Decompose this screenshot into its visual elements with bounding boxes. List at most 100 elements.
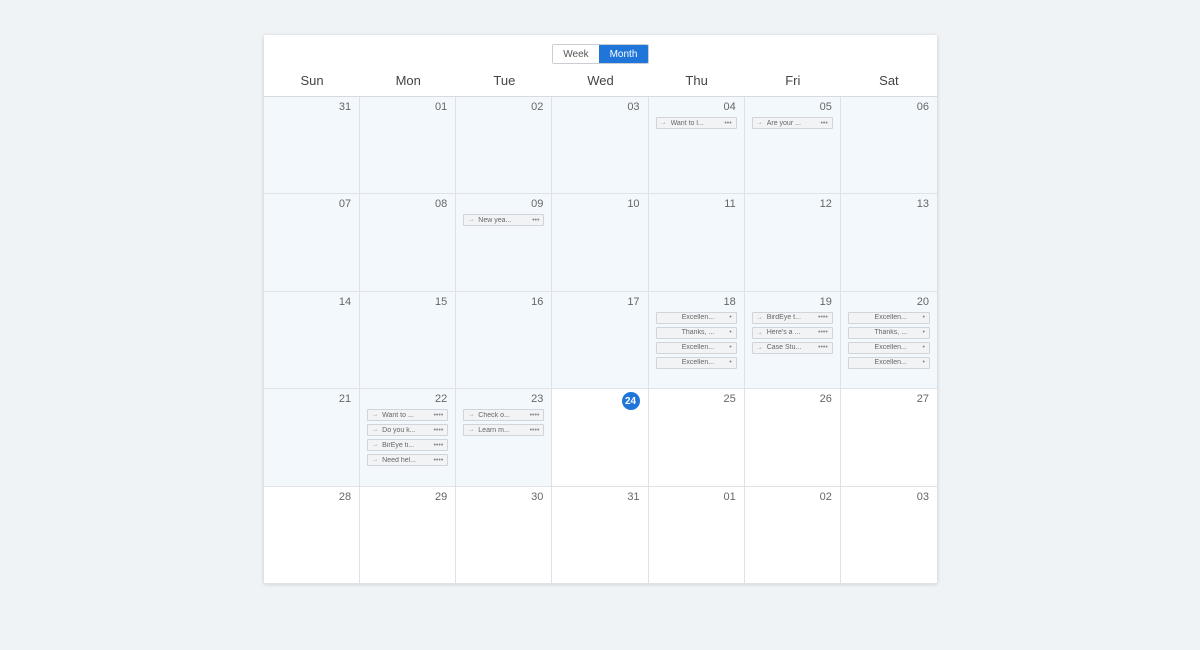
event-list: → Want to l... •••	[655, 117, 737, 129]
day-cell[interactable]: 04 → Want to l... •••	[648, 97, 745, 195]
day-cell[interactable]: 14	[264, 291, 361, 390]
today-date-number: 24	[621, 392, 640, 411]
event-title: Thanks, ...	[874, 329, 908, 337]
event-chip[interactable]: → Want to ... ••••	[367, 409, 449, 422]
event-chip[interactable]: Excellen... •	[847, 311, 930, 324]
day-cell[interactable]: 01	[360, 97, 457, 195]
status-dots: ••••	[529, 426, 540, 434]
share-icon: →	[756, 344, 763, 351]
event-title: Want to ...	[382, 411, 414, 419]
event-chip[interactable]: → New yea... •••	[463, 214, 545, 227]
date-number: 10	[627, 198, 640, 211]
status-dots: ••••	[433, 456, 444, 464]
day-cell[interactable]: 02	[744, 486, 841, 584]
weekday-wed: Wed	[587, 73, 614, 88]
event-list: → Check o... •••• → Learn m... ••••	[463, 409, 545, 437]
event-chip[interactable]: Excellen... •	[847, 341, 930, 354]
share-icon: →	[468, 217, 475, 224]
day-cell[interactable]: 11	[648, 194, 745, 292]
day-cell[interactable]: 15	[360, 291, 457, 390]
day-cell[interactable]: 31	[552, 486, 649, 584]
date-number: 01	[723, 490, 736, 503]
day-cell[interactable]: 29	[360, 486, 457, 584]
date-number: 21	[338, 393, 352, 406]
event-title: Excellen...	[874, 359, 907, 367]
day-cell[interactable]: 28	[264, 486, 361, 584]
event-chip[interactable]: → Need hel... ••••	[367, 454, 449, 467]
day-cell[interactable]: 09 → New yea... •••	[456, 194, 553, 292]
status-dots: •••	[724, 119, 732, 127]
day-cell[interactable]: 27	[840, 389, 937, 487]
day-cell[interactable]: 31	[264, 97, 361, 195]
event-chip[interactable]: Excellen... •	[655, 341, 737, 354]
event-chip[interactable]: → Do you k... ••••	[367, 424, 449, 437]
day-cell[interactable]: 07	[264, 194, 361, 292]
event-chip[interactable]: → Case Stu... ••••	[751, 341, 833, 354]
date-number: 15	[435, 295, 448, 308]
day-cell[interactable]: 03	[552, 97, 649, 195]
date-number: 08	[435, 198, 448, 211]
date-number: 05	[819, 101, 832, 113]
day-cell[interactable]: 13	[840, 194, 937, 292]
day-cell[interactable]: 05 → Are your ... •••	[744, 97, 841, 195]
event-chip[interactable]: → Are your ... •••	[751, 117, 833, 129]
event-chip[interactable]: → BirdEye t... ••••	[751, 311, 833, 324]
weekday-mon: Mon	[395, 73, 421, 88]
day-cell[interactable]: 19 → BirdEye t... •••• → Here's a ... •••• → Cas…	[744, 291, 841, 390]
day-cell[interactable]: 02	[456, 97, 553, 195]
event-list: → Want to ... •••• → Do you k... •••• → BirEye …	[367, 409, 449, 467]
status-dots: ••••	[433, 441, 444, 449]
weekday-fri: Fri	[785, 73, 801, 88]
day-cell[interactable]: 08	[360, 194, 457, 292]
weekday-thu: Thu	[685, 73, 708, 88]
day-cell[interactable]: 20 Excellen... • Thanks, ... • Excellen... • Ex…	[840, 291, 937, 390]
event-chip[interactable]: → Check o... ••••	[463, 409, 545, 422]
day-cell[interactable]: 21	[264, 389, 361, 487]
status-dots: ••••	[818, 329, 828, 337]
day-cell[interactable]: 17	[552, 291, 649, 390]
date-number: 27	[916, 393, 929, 406]
day-cell[interactable]: 24	[552, 389, 649, 487]
day-cell[interactable]: 22 → Want to ... •••• → Do you k... •••• → BirEy…	[360, 389, 457, 487]
date-number: 19	[819, 295, 832, 308]
event-chip[interactable]: Thanks, ... •	[847, 326, 930, 339]
event-chip[interactable]: Thanks, ... •	[655, 326, 737, 339]
day-cell[interactable]: 25	[648, 389, 745, 487]
event-chip[interactable]: → BirEye ti... ••••	[367, 439, 449, 452]
event-title: Excellen...	[874, 344, 907, 352]
share-icon: →	[660, 120, 667, 126]
share-icon: →	[372, 457, 379, 464]
status-dots: •	[729, 329, 732, 337]
day-cell[interactable]: 18 Excellen... • Thanks, ... • Excellen... • Ex…	[648, 291, 745, 390]
event-chip[interactable]: Excellen... •	[655, 356, 737, 369]
event-chip[interactable]: → Here's a ... ••••	[751, 326, 833, 339]
status-dots: •••	[820, 119, 828, 127]
month-view-button[interactable]: Month	[599, 45, 648, 63]
date-number: 02	[531, 101, 544, 113]
day-cell[interactable]: 26	[744, 389, 841, 487]
event-title: BirdEye t...	[766, 314, 801, 322]
event-chip[interactable]: Excellen... •	[847, 356, 930, 369]
day-cell[interactable]: 01	[648, 486, 745, 584]
day-cell[interactable]: 12	[744, 194, 841, 292]
day-cell[interactable]: 23 → Check o... •••• → Learn m... ••••	[456, 389, 553, 487]
week-view-button[interactable]: Week	[553, 45, 599, 63]
day-cell[interactable]: 06	[840, 97, 937, 195]
date-number: 25	[723, 393, 736, 406]
status-dots: •	[729, 314, 732, 322]
event-chip[interactable]: → Learn m... ••••	[463, 424, 545, 437]
day-cell[interactable]: 16	[456, 291, 553, 390]
date-number: 04	[723, 101, 736, 113]
day-cell[interactable]: 10	[552, 194, 649, 292]
share-icon: →	[756, 120, 763, 126]
event-chip[interactable]: → Want to l... •••	[655, 117, 737, 129]
share-icon: →	[756, 314, 763, 321]
status-dots: ••••	[529, 411, 540, 419]
day-cell[interactable]: 30	[456, 486, 553, 584]
month-grid: 31 01 02 03 04 → Want to l... ••• 05 → Are your ..…	[264, 96, 937, 584]
date-number: 03	[627, 101, 640, 113]
date-number: 03	[916, 490, 929, 503]
event-chip[interactable]: Excellen... •	[655, 311, 737, 324]
day-cell[interactable]: 03	[840, 486, 937, 584]
date-number: 20	[916, 295, 929, 308]
